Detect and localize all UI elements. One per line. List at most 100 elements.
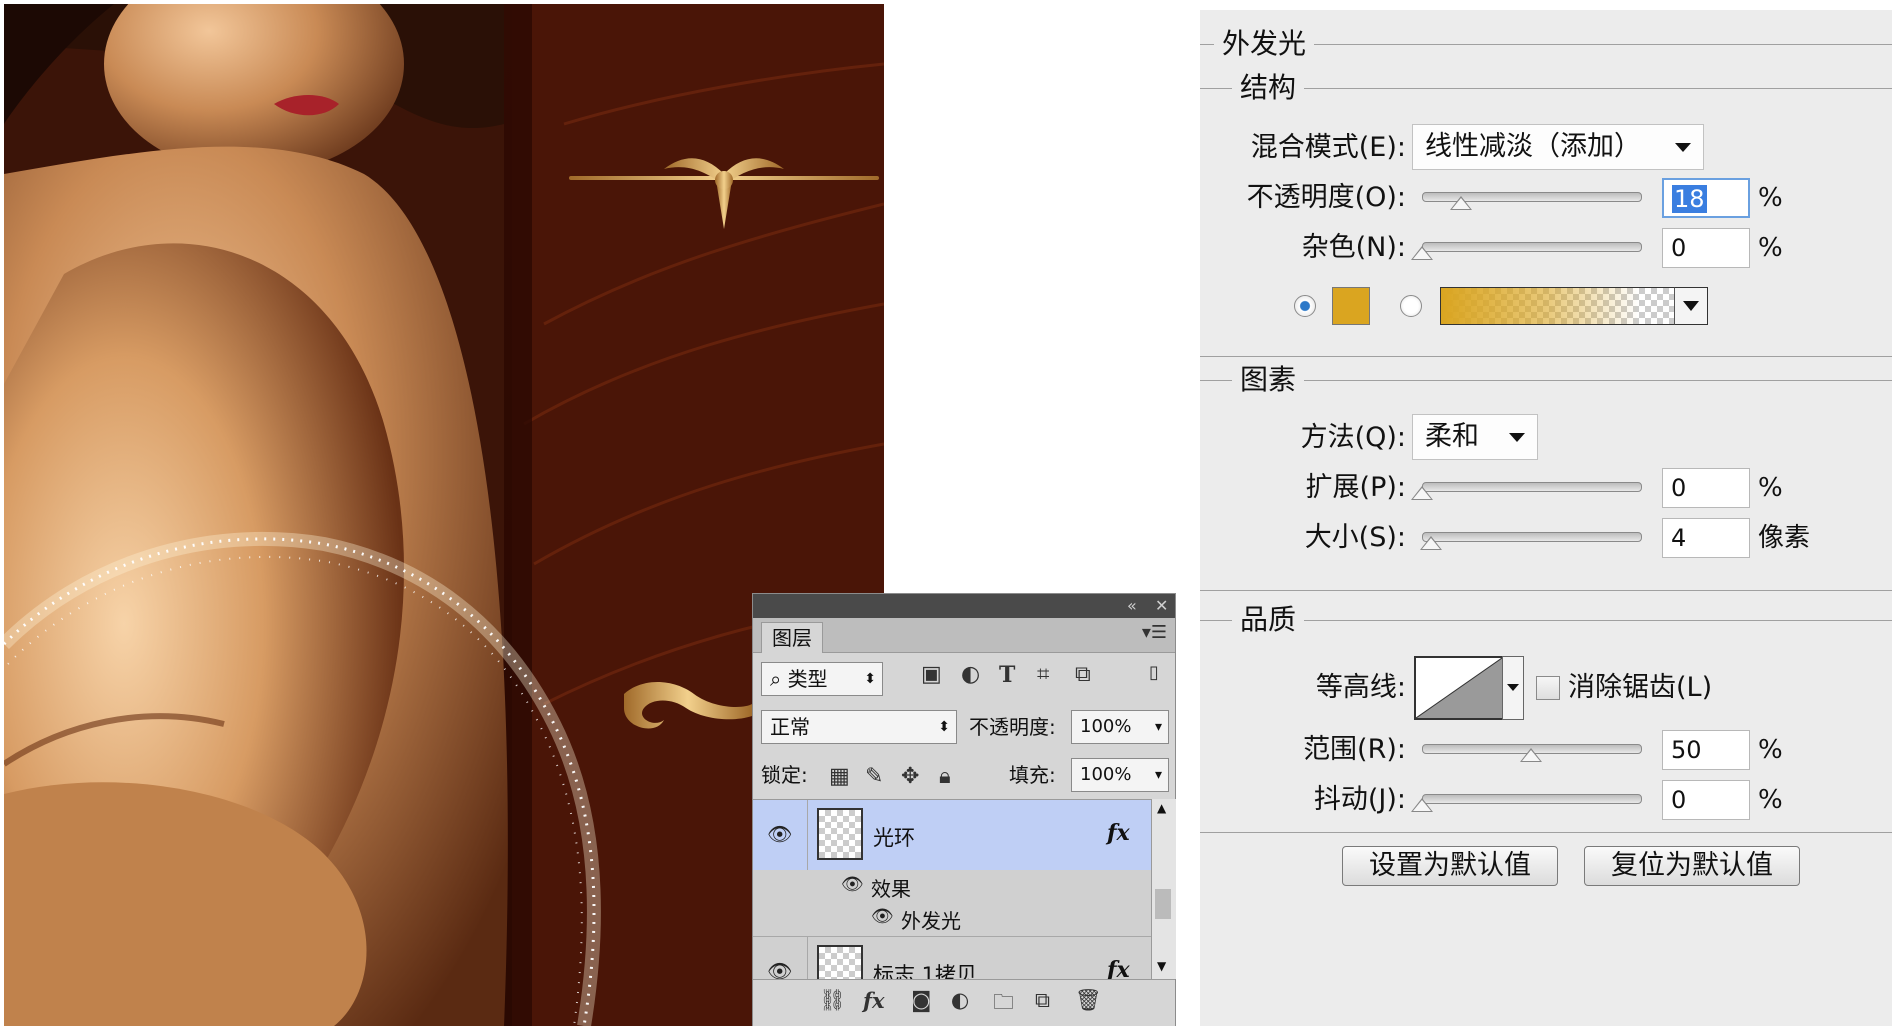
range-input[interactable]: 50: [1662, 730, 1750, 770]
quality-bottom-rule: [1200, 832, 1892, 833]
new-layer-icon[interactable]: ⧉: [1035, 988, 1050, 1013]
add-style-icon[interactable]: fx: [863, 988, 885, 1013]
add-mask-icon[interactable]: ◙: [911, 988, 931, 1012]
blend-mode-label: 混合模式(E):: [1250, 132, 1406, 163]
layer-list: 👁︎ 光环 fx 👁︎ 效果 👁︎ 外发光 👁︎ 标志 1拷贝 fx: [753, 799, 1151, 980]
blend-row: 正常 ⬍ 不透明度: 100% ▾: [753, 704, 1175, 752]
jitter-label: 抖动(J):: [1313, 784, 1406, 815]
scroll-thumb[interactable]: [1155, 889, 1171, 919]
new-group-icon[interactable]: 🗀: [993, 988, 1014, 1023]
opacity-label: 不透明度:: [969, 715, 1056, 739]
gradient-radio[interactable]: [1400, 295, 1422, 317]
effect-name: 外发光: [901, 909, 961, 933]
opacity-slider-knob[interactable]: [1450, 196, 1473, 210]
glow-color-swatch[interactable]: [1332, 287, 1370, 325]
lock-paint-icon[interactable]: ✎: [865, 764, 883, 789]
blend-mode-dropdown[interactable]: 线性减淡（添加）: [1412, 124, 1704, 170]
technique-dropdown[interactable]: 柔和: [1412, 414, 1538, 460]
fx-icon[interactable]: fx: [1107, 820, 1130, 846]
lock-position-icon[interactable]: ✥: [901, 764, 919, 789]
effects-row[interactable]: 👁︎ 效果: [753, 870, 1151, 902]
chevron-down-icon: [1675, 143, 1691, 152]
spread-label: 扩展(P):: [1305, 472, 1406, 503]
size-slider-knob[interactable]: [1420, 536, 1442, 550]
size-slider[interactable]: [1422, 532, 1642, 542]
layer-name: 标志 1拷贝: [873, 963, 978, 980]
structure-title: 结构: [1232, 70, 1305, 106]
noise-slider[interactable]: [1422, 242, 1642, 252]
jitter-unit: %: [1758, 785, 1783, 815]
opacity-unit: %: [1758, 183, 1783, 213]
shape-filter-icon[interactable]: ⌗: [1037, 662, 1049, 687]
glow-gradient-preview[interactable]: [1440, 287, 1676, 325]
filter-kind-label: 类型: [787, 667, 828, 691]
gradient-picker-button[interactable]: [1674, 287, 1708, 325]
size-input-value: 4: [1671, 524, 1687, 552]
opacity-label: 不透明度(O):: [1246, 182, 1406, 213]
opacity-input[interactable]: 18: [1662, 178, 1750, 218]
eye-icon[interactable]: 👁︎: [767, 959, 792, 980]
lock-label: 锁定:: [761, 763, 808, 787]
updown-arrow-icon: ⬍: [864, 671, 876, 687]
contour-label: 等高线:: [1315, 672, 1406, 703]
jitter-slider[interactable]: [1422, 794, 1642, 804]
solid-color-radio[interactable]: [1294, 295, 1316, 317]
antialias-checkbox[interactable]: [1536, 676, 1560, 700]
fx-icon[interactable]: fx: [1107, 957, 1130, 980]
tab-layers[interactable]: 图层: [761, 622, 823, 653]
panel-titlebar[interactable]: « ✕: [753, 594, 1175, 618]
fill-value: 100%: [1080, 764, 1132, 785]
layer-name: 光环: [873, 826, 915, 850]
opacity-field[interactable]: 100% ▾: [1071, 710, 1169, 744]
noise-slider-knob[interactable]: [1411, 246, 1433, 260]
noise-input[interactable]: 0: [1662, 228, 1750, 268]
jitter-input[interactable]: 0: [1662, 780, 1750, 820]
size-unit: 像素: [1758, 523, 1811, 553]
eye-icon[interactable]: 👁︎: [767, 822, 792, 846]
range-slider-knob[interactable]: [1520, 748, 1542, 762]
effect-outer-glow-row[interactable]: 👁︎ 外发光: [753, 902, 1151, 934]
dialog-title: 外发光: [1214, 26, 1315, 62]
eye-icon[interactable]: 👁︎: [841, 874, 864, 895]
spread-slider[interactable]: [1422, 482, 1642, 492]
size-input[interactable]: 4: [1662, 518, 1750, 558]
make-default-button[interactable]: 设置为默认值: [1342, 846, 1558, 886]
close-icon[interactable]: ✕: [1155, 594, 1168, 618]
eye-icon[interactable]: 👁︎: [871, 906, 894, 927]
layer-list-scrollbar[interactable]: ▲ ▼: [1151, 799, 1176, 979]
image-filter-icon[interactable]: ▣: [921, 662, 942, 687]
noise-input-value: 0: [1671, 234, 1687, 262]
jitter-slider-knob[interactable]: [1411, 798, 1433, 812]
fill-field[interactable]: 100% ▾: [1071, 758, 1169, 792]
lock-all-icon[interactable]: 🔒︎: [939, 764, 951, 789]
blend-mode-select[interactable]: 正常 ⬍: [761, 710, 957, 744]
contour-preview[interactable]: [1414, 656, 1504, 720]
layer-row-logo-copy[interactable]: 👁︎ 标志 1拷贝 fx: [753, 936, 1151, 980]
reset-default-button[interactable]: 复位为默认值: [1584, 846, 1800, 886]
jitter-input-value: 0: [1671, 786, 1687, 814]
link-layers-icon[interactable]: ⛓: [819, 988, 846, 1013]
contour-picker-button[interactable]: [1502, 656, 1524, 720]
smartobject-filter-icon[interactable]: ⧉: [1075, 662, 1091, 687]
spread-input[interactable]: 0: [1662, 468, 1750, 508]
adjustment-filter-icon[interactable]: ◐: [961, 662, 980, 687]
range-label: 范围(R):: [1303, 734, 1406, 765]
collapse-icon[interactable]: «: [1127, 594, 1137, 618]
chevron-down-icon: ▾: [1154, 719, 1162, 735]
antialias-label: 消除锯齿(L): [1568, 672, 1713, 703]
spread-slider-knob[interactable]: [1411, 486, 1433, 500]
range-unit: %: [1758, 735, 1783, 765]
filter-toggle-icon[interactable]: ▯: [1149, 662, 1159, 683]
new-adjustment-icon[interactable]: ◐: [951, 988, 969, 1012]
layers-bottom-toolbar: ⛓ fx ◙ ◐ 🗀 ⧉ 🗑︎: [753, 979, 1175, 1026]
scroll-down-icon[interactable]: ▼: [1157, 959, 1166, 973]
lock-transparent-icon[interactable]: ▦: [829, 764, 850, 789]
filter-kind-select[interactable]: ⌕ 类型 ⬍: [761, 662, 883, 696]
scroll-up-icon[interactable]: ▲: [1157, 801, 1166, 815]
layer-thumbnail: [817, 945, 863, 980]
layer-row-guanghuan[interactable]: 👁︎ 光环 fx: [753, 800, 1151, 870]
panel-menu-icon[interactable]: ▾☰: [1142, 622, 1167, 643]
spread-input-value: 0: [1671, 474, 1687, 502]
delete-layer-icon[interactable]: 🗑︎: [1075, 988, 1102, 1013]
type-filter-icon[interactable]: T: [999, 662, 1015, 688]
